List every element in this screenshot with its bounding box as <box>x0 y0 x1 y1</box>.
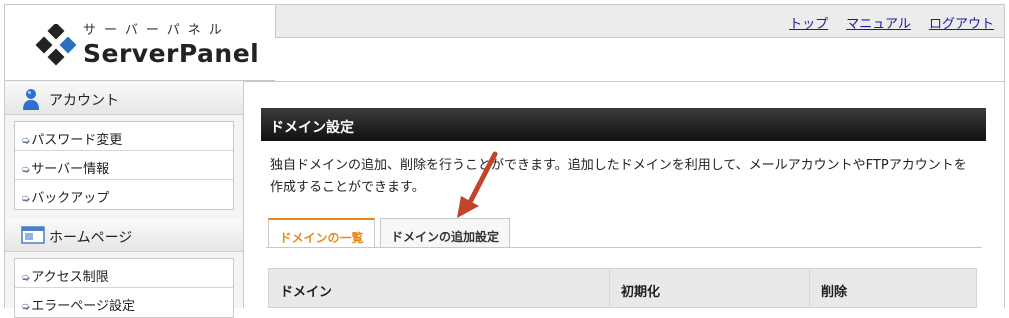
logo-text: ServerPanel <box>83 39 260 68</box>
sidebar-item-label: パスワード変更 <box>31 133 123 148</box>
tab-domain-list[interactable]: ドメインの一覧 <box>268 218 375 248</box>
sidebar-section-title: ホームページ <box>49 230 133 246</box>
arrow-icon: ➭ <box>21 300 31 313</box>
sidebar-item-access-control[interactable]: ➭アクセス制限 <box>15 259 233 288</box>
arrow-icon: ➭ <box>21 192 31 205</box>
sidebar-list-account: ➭パスワード変更 ➭サーバー情報 ➭バックアップ <box>14 121 234 210</box>
description-line: 独自ドメインの追加、削除を行うことができます。追加したドメインを利用して、メール… <box>270 158 967 173</box>
browser-window-icon <box>21 226 45 244</box>
sidebar-item-label: アクセス制限 <box>31 270 109 285</box>
top-nav-link-manual[interactable]: マニュアル <box>846 17 911 32</box>
sidebar-item-label: エラーページ設定 <box>31 299 135 314</box>
top-nav-link-logout[interactable]: ログアウト <box>929 17 994 32</box>
tabs-underline <box>266 247 982 248</box>
description-line: 作成することができます。 <box>270 180 425 195</box>
column-header-initialize: 初期化 <box>609 269 809 307</box>
logo-diamond-icon <box>35 24 77 66</box>
sidebar: アカウント ➭パスワード変更 ➭サーバー情報 ➭バックアップ ホームページ ➭ア… <box>4 81 244 318</box>
sidebar-list-homepage: ➭アクセス制限 ➭エラーページ設定 <box>14 258 234 318</box>
tab-domain-add[interactable]: ドメインの追加設定 <box>380 218 510 248</box>
user-icon <box>23 89 39 110</box>
top-nav: トップ マニュアル ログアウト <box>775 13 994 32</box>
sidebar-item-error-page[interactable]: ➭エラーページ設定 <box>15 288 233 317</box>
sidebar-section-title: アカウント <box>49 93 119 109</box>
annotation-arrow-icon <box>457 151 498 218</box>
sidebar-section-account-header: アカウント <box>5 82 243 115</box>
arrow-icon: ➭ <box>21 271 31 284</box>
top-nav-link-top[interactable]: トップ <box>789 17 828 32</box>
page-title: ドメイン設定 <box>261 108 986 141</box>
sidebar-item-password[interactable]: ➭パスワード変更 <box>15 122 233 151</box>
frame-border-right <box>1004 38 1005 308</box>
sidebar-item-label: サーバー情報 <box>31 162 110 177</box>
column-header-delete: 削除 <box>809 269 976 307</box>
logo-kana: サーバーパネル <box>83 23 230 38</box>
arrow-icon: ➭ <box>21 163 31 176</box>
top-header: トップ マニュアル ログアウト <box>275 4 1005 38</box>
sidebar-item-backup[interactable]: ➭バックアップ <box>15 180 233 209</box>
column-header-domain: ドメイン <box>280 285 333 300</box>
domain-table-header: ドメイン 初期化 削除 <box>268 268 977 308</box>
sidebar-item-label: バックアップ <box>31 191 110 206</box>
sidebar-section-homepage-header: ホームページ <box>5 219 243 252</box>
logo: サーバーパネル ServerPanel <box>4 4 275 81</box>
page-description: 独自ドメインの追加、削除を行うことができます。追加したドメインを利用して、メール… <box>270 155 990 199</box>
arrow-icon: ➭ <box>21 134 31 147</box>
sidebar-item-server-info[interactable]: ➭サーバー情報 <box>15 151 233 180</box>
